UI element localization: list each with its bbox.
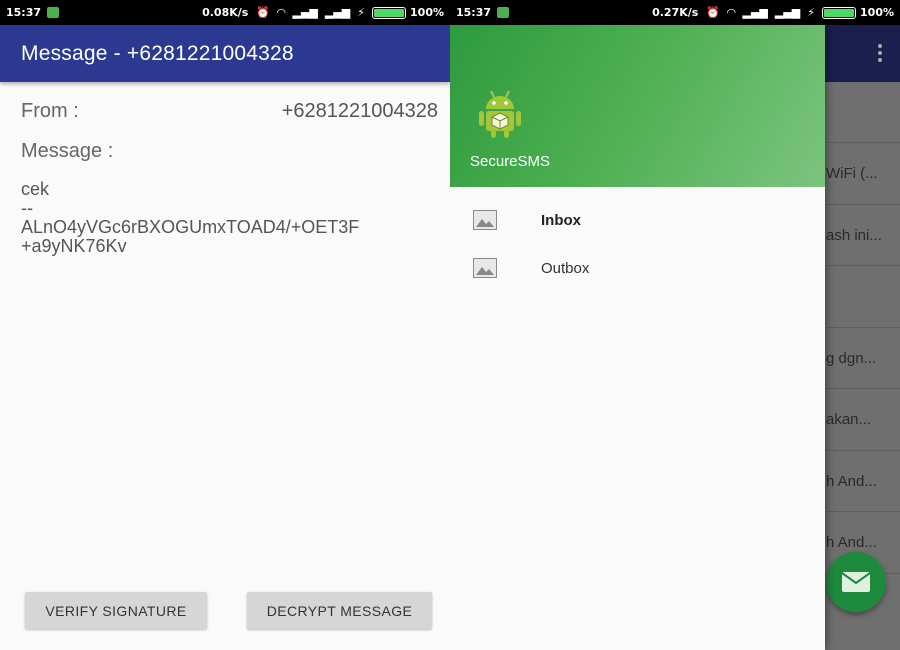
image-icon <box>473 210 497 230</box>
message-body: cek -- ALnO4yVGc6rBXOGUmxTOAD4/+OET3F +a… <box>21 180 438 256</box>
battery-icon <box>822 6 857 19</box>
navigation-drawer-screen: 15:37 0.27K/s ⏰ ◠ ▂▄▆ ▂▄▆ ⚡ 100% WiFi (.… <box>450 0 900 650</box>
notification-icon <box>47 7 60 18</box>
status-time: 15:37 <box>6 6 42 19</box>
message-line: +a9yNK76Kv <box>21 236 127 256</box>
message-line: ALnO4yVGc6rBXOGUmxTOAD4/+OET3F <box>21 217 360 237</box>
compose-fab[interactable] <box>826 552 886 612</box>
drawer-item-label: Outbox <box>541 259 590 277</box>
notification-icon <box>497 7 510 18</box>
battery-percent: 100% <box>860 6 894 19</box>
background-list-item: ash ini... <box>826 205 900 266</box>
network-speed: 0.27K/s <box>652 6 699 19</box>
network-speed: 0.08K/s <box>202 6 249 19</box>
drawer-item-outbox[interactable]: Outbox <box>450 244 825 292</box>
background-list-item: WiFi (... <box>826 144 900 205</box>
status-bar: 15:37 0.08K/s ⏰ ◠ ▂▄▆ ▂▄▆ ⚡ 100% <box>0 0 450 25</box>
drawer-item-label: Inbox <box>541 211 581 229</box>
app-bar: Message - +6281221004328 <box>0 25 450 82</box>
alarm-icon: ⏰ <box>706 6 721 19</box>
battery-fill <box>374 8 405 17</box>
battery-percent: 100% <box>410 6 444 19</box>
signal-icon-2: ▂▄▆ <box>324 6 351 19</box>
drawer-item-inbox[interactable]: Inbox <box>450 196 825 244</box>
message-label-row: Message : <box>21 140 113 163</box>
image-icon <box>473 258 497 278</box>
verify-signature-button[interactable]: VERIFY SIGNATURE <box>25 592 207 629</box>
background-list-item: g dgn... <box>826 328 900 389</box>
background-list-item: h And... <box>826 451 900 512</box>
drawer-app-name: SecureSMS <box>470 153 551 170</box>
from-row: From : +6281221004328 <box>21 100 438 128</box>
decrypt-message-button[interactable]: DECRYPT MESSAGE <box>247 592 432 629</box>
from-value: +6281221004328 <box>281 100 438 122</box>
charging-icon: ⚡ <box>357 6 366 19</box>
message-line: -- <box>21 198 33 218</box>
from-label: From : <box>21 100 79 122</box>
message-label: Message : <box>21 140 114 162</box>
overflow-menu-icon[interactable] <box>878 44 882 65</box>
drawer-header: SecureSMS <box>450 25 825 187</box>
signal-icon: ▂▄▆ <box>742 6 768 19</box>
wifi-icon: ◠ <box>727 6 736 19</box>
android-app-icon <box>479 90 521 138</box>
signal-icon: ▂▄▆ <box>292 6 318 19</box>
wifi-icon: ◠ <box>277 6 286 19</box>
battery-fill <box>824 8 855 17</box>
page-title: Message - +6281221004328 <box>21 41 294 65</box>
charging-icon: ⚡ <box>807 6 816 19</box>
background-list-item <box>826 82 900 143</box>
signal-icon-2: ▂▄▆ <box>774 6 801 19</box>
email-icon <box>841 572 871 592</box>
background-list-item: akan... <box>826 390 900 451</box>
navigation-drawer: SecureSMS Inbox Outbox <box>450 25 825 650</box>
status-bar: 15:37 0.27K/s ⏰ ◠ ▂▄▆ ▂▄▆ ⚡ 100% <box>450 0 900 25</box>
alarm-icon: ⏰ <box>256 6 271 19</box>
message-line: cek <box>21 179 50 199</box>
message-detail-screen: 15:37 0.08K/s ⏰ ◠ ▂▄▆ ▂▄▆ ⚡ 100% Message… <box>0 0 450 650</box>
status-time: 15:37 <box>456 6 492 19</box>
background-list-item <box>826 267 900 328</box>
battery-icon <box>372 6 407 19</box>
